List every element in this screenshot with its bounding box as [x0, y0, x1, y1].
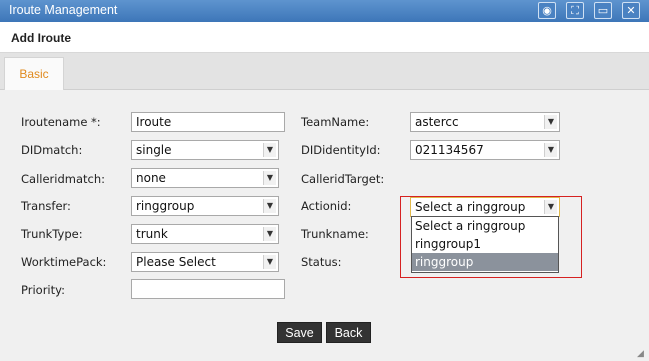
- calleridmatch-select[interactable]: none ▼: [131, 168, 279, 188]
- chevron-down-icon: ▼: [263, 171, 276, 185]
- trunktype-value: trunk: [136, 227, 168, 241]
- iroutename-value: Iroute: [136, 115, 172, 129]
- chevron-down-icon: ▼: [263, 199, 276, 213]
- calleridmatch-label: Calleridmatch:: [21, 172, 106, 186]
- actionid-dropdown-list: Select a ringgroup ringgroup1 ringgroup: [411, 216, 559, 273]
- didmatch-select[interactable]: single ▼: [131, 140, 279, 160]
- tab-basic[interactable]: Basic: [4, 57, 64, 91]
- chevron-down-icon: ▼: [544, 143, 557, 157]
- worktimepack-select[interactable]: Please Select ▼: [131, 252, 279, 272]
- didmatch-label: DIDmatch:: [21, 143, 83, 157]
- chevron-down-icon: ▼: [263, 143, 276, 157]
- actionid-label: Actionid:: [301, 199, 352, 213]
- transfer-value: ringgroup: [136, 199, 195, 213]
- pin-icon[interactable]: ◉: [538, 2, 556, 19]
- trunktype-label: TrunkType:: [21, 227, 83, 241]
- window-title: Iroute Management: [9, 3, 118, 17]
- transfer-select[interactable]: ringgroup ▼: [131, 196, 279, 216]
- actionid-value: Select a ringgroup: [415, 200, 526, 214]
- page-title: Add Iroute: [11, 31, 71, 45]
- teamname-select[interactable]: astercc ▼: [410, 112, 560, 132]
- chevron-down-icon: ▼: [263, 227, 276, 241]
- dididentityid-label: DIDidentityId:: [301, 143, 381, 157]
- teamname-value: astercc: [415, 115, 459, 129]
- calleridtarget-label: CalleridTarget:: [301, 172, 385, 186]
- teamname-label: TeamName:: [301, 115, 370, 129]
- dididentityid-value: 021134567: [415, 143, 484, 157]
- trunkname-label: Trunkname:: [301, 227, 369, 241]
- priority-label: Priority:: [21, 283, 65, 297]
- calleridmatch-value: none: [136, 171, 166, 185]
- save-button[interactable]: Save: [277, 322, 322, 343]
- chevron-down-icon: ▼: [544, 200, 557, 214]
- back-button[interactable]: Back: [326, 322, 371, 343]
- worktimepack-label: WorktimePack:: [21, 255, 107, 269]
- dididentityid-select[interactable]: 021134567 ▼: [410, 140, 560, 160]
- minimize-icon[interactable]: ▭: [594, 2, 612, 19]
- close-icon[interactable]: ✕: [622, 2, 640, 19]
- page-header: Add Iroute: [0, 22, 649, 53]
- resize-grip-icon[interactable]: ◢: [637, 349, 647, 359]
- fullscreen-icon[interactable]: ⛶: [566, 2, 584, 19]
- status-label: Status:: [301, 255, 342, 269]
- trunktype-select[interactable]: trunk ▼: [131, 224, 279, 244]
- chevron-down-icon: ▼: [544, 115, 557, 129]
- iroutename-input[interactable]: Iroute: [131, 112, 285, 132]
- dropdown-option-highlighted[interactable]: ringgroup: [412, 253, 558, 271]
- didmatch-value: single: [136, 143, 172, 157]
- window-titlebar: Iroute Management ◉ ⛶ ▭ ✕: [0, 0, 649, 22]
- iroutename-label: Iroutename *:: [21, 115, 101, 129]
- chevron-down-icon: ▼: [263, 255, 276, 269]
- actionid-select[interactable]: Select a ringgroup ▼: [410, 197, 560, 217]
- dropdown-option[interactable]: Select a ringgroup: [412, 217, 558, 235]
- transfer-label: Transfer:: [21, 199, 71, 213]
- worktimepack-value: Please Select: [136, 255, 216, 269]
- priority-input[interactable]: [131, 279, 285, 299]
- tab-bar: Basic: [0, 53, 649, 91]
- dropdown-option[interactable]: ringgroup1: [412, 235, 558, 253]
